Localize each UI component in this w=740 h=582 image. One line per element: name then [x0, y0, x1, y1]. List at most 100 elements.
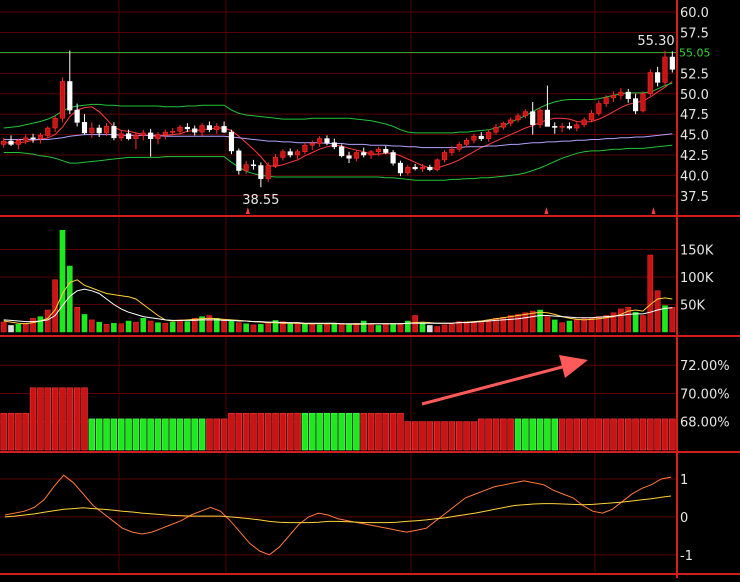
- ratio-bar[interactable]: [397, 412, 404, 451]
- ratio-bar[interactable]: [81, 387, 88, 451]
- ratio-bar[interactable]: [470, 421, 478, 451]
- volume-bar[interactable]: [559, 322, 565, 333]
- ratio-bar[interactable]: [316, 412, 323, 451]
- ratio-bar[interactable]: [536, 418, 544, 451]
- ratio-bar[interactable]: [647, 418, 654, 451]
- volume-bar[interactable]: [419, 323, 426, 333]
- ratio-bar[interactable]: [44, 387, 51, 451]
- volume-bar[interactable]: [566, 320, 573, 333]
- ratio-bar[interactable]: [242, 412, 250, 451]
- ratio-bar[interactable]: [419, 421, 426, 451]
- ratio-bar[interactable]: [353, 412, 360, 451]
- ratio-bar[interactable]: [441, 421, 448, 451]
- ratio-bar[interactable]: [632, 418, 639, 451]
- ratio-bar[interactable]: [455, 421, 463, 451]
- stock-chart[interactable]: 60.0 57.5 52.5 50.0 47.5 45.0 42.5 40.0 37.5 150K…: [0, 0, 740, 578]
- volume-bar[interactable]: [221, 319, 227, 333]
- volume-bar[interactable]: [22, 322, 29, 333]
- ratio-bar[interactable]: [566, 418, 573, 451]
- volume-bar[interactable]: [0, 321, 7, 333]
- ratio-bar[interactable]: [279, 412, 287, 451]
- ratio-bar[interactable]: [375, 412, 382, 451]
- candle[interactable]: [640, 91, 646, 113]
- volume-bar[interactable]: [89, 319, 95, 333]
- volume-bar[interactable]: [507, 315, 514, 333]
- ratio-bar[interactable]: [610, 418, 617, 451]
- ratio-bar[interactable]: [485, 418, 492, 451]
- volume-bar[interactable]: [118, 323, 125, 333]
- volume-bar[interactable]: [647, 254, 654, 333]
- volume-bar[interactable]: [265, 321, 272, 333]
- ratio-bar[interactable]: [331, 412, 338, 451]
- ratio-bar[interactable]: [345, 412, 353, 451]
- ratio-bar[interactable]: [191, 418, 198, 451]
- ratio-bar[interactable]: [7, 412, 15, 451]
- ratio-bar[interactable]: [360, 412, 367, 451]
- ratio-bar[interactable]: [301, 412, 309, 451]
- volume-bar[interactable]: [640, 315, 646, 333]
- ratio-bar[interactable]: [257, 412, 265, 451]
- volume-bar[interactable]: [258, 324, 264, 333]
- ratio-bar[interactable]: [162, 418, 169, 451]
- ratio-bar[interactable]: [95, 418, 103, 451]
- ratio-bar[interactable]: [617, 418, 625, 451]
- volume-bar[interactable]: [375, 325, 382, 333]
- ratio-bar[interactable]: [309, 412, 316, 451]
- ratio-bar[interactable]: [147, 418, 154, 451]
- ratio-bar[interactable]: [250, 412, 257, 451]
- ratio-bar[interactable]: [669, 418, 676, 451]
- ratio-bar[interactable]: [639, 418, 647, 451]
- ratio-bar[interactable]: [59, 387, 66, 451]
- volume-bar[interactable]: [74, 307, 80, 333]
- volume-bar[interactable]: [184, 321, 191, 333]
- ratio-bar[interactable]: [169, 418, 176, 451]
- volume-bar[interactable]: [669, 307, 676, 333]
- ratio-bar[interactable]: [235, 412, 243, 451]
- ratio-bar[interactable]: [573, 418, 581, 451]
- volume-bar[interactable]: [515, 314, 521, 333]
- ratio-bar[interactable]: [404, 421, 412, 451]
- volume-bar[interactable]: [309, 324, 316, 333]
- volume-bar[interactable]: [125, 320, 132, 333]
- volume-bar[interactable]: [537, 309, 543, 333]
- ratio-bar[interactable]: [389, 412, 397, 451]
- ratio-bar[interactable]: [588, 418, 595, 451]
- ratio-bar[interactable]: [580, 418, 588, 451]
- ratio-bar[interactable]: [654, 418, 661, 451]
- ratio-bar[interactable]: [478, 418, 485, 451]
- volume-bar[interactable]: [618, 308, 624, 333]
- volume-bar[interactable]: [632, 311, 639, 333]
- ratio-bar[interactable]: [624, 418, 632, 451]
- candle[interactable]: [236, 148, 242, 175]
- volume-bar[interactable]: [485, 319, 492, 333]
- volume-bar[interactable]: [471, 322, 477, 333]
- ratio-bar[interactable]: [272, 412, 279, 451]
- volume-bar[interactable]: [294, 322, 301, 333]
- candle[interactable]: [228, 129, 235, 155]
- ratio-bar[interactable]: [110, 418, 118, 451]
- volume-bar[interactable]: [37, 316, 44, 333]
- candle[interactable]: [390, 150, 396, 166]
- ratio-bar[interactable]: [132, 418, 140, 451]
- volume-bar[interactable]: [316, 324, 323, 333]
- volume-bar[interactable]: [81, 314, 88, 333]
- volume-bar[interactable]: [15, 324, 22, 333]
- ratio-bar[interactable]: [558, 418, 566, 451]
- volume-bar[interactable]: [338, 324, 345, 333]
- ratio-bar[interactable]: [661, 418, 669, 451]
- ratio-bar[interactable]: [125, 418, 132, 451]
- ratio-bar[interactable]: [463, 421, 470, 451]
- ratio-bar[interactable]: [220, 418, 228, 451]
- ratio-bar[interactable]: [118, 418, 125, 451]
- volume-bar[interactable]: [44, 309, 51, 333]
- ratio-bar[interactable]: [0, 412, 7, 451]
- ratio-bar[interactable]: [103, 418, 110, 451]
- volume-bar[interactable]: [243, 323, 249, 333]
- ratio-bar[interactable]: [264, 412, 272, 451]
- volume-bar[interactable]: [368, 324, 374, 333]
- volume-bar[interactable]: [177, 319, 183, 333]
- volume-bar[interactable]: [360, 320, 367, 333]
- volume-bar[interactable]: [522, 312, 529, 333]
- ratio-bar[interactable]: [154, 418, 162, 451]
- ratio-bar[interactable]: [411, 421, 419, 451]
